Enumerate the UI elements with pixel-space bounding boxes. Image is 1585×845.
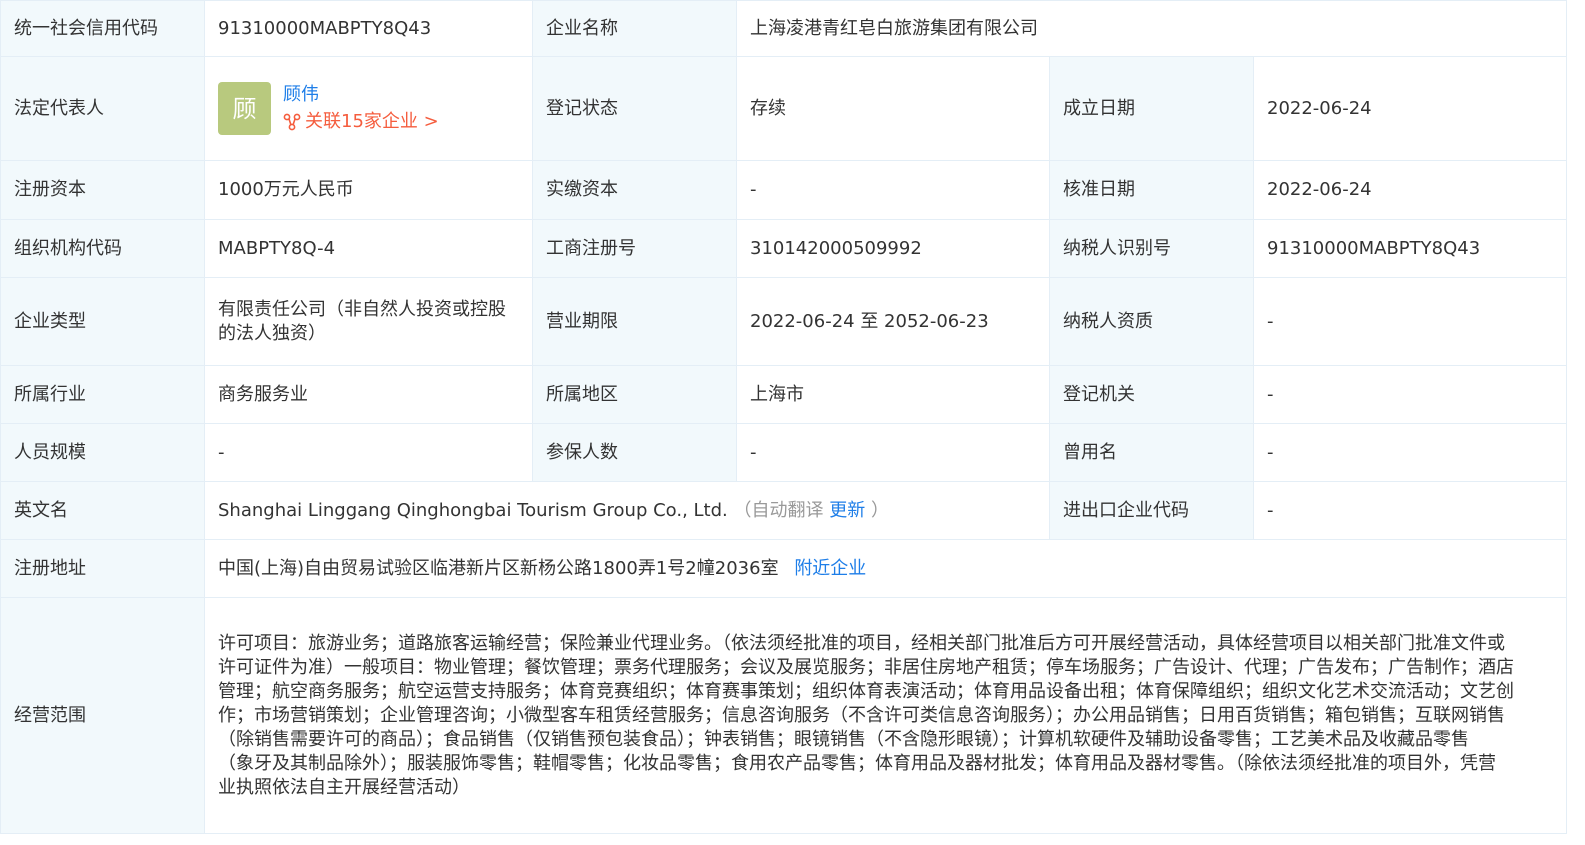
value-ie-code: -: [1253, 481, 1567, 540]
related-companies-text: 关联15家企业 >: [305, 111, 439, 132]
label-credit-code: 统一社会信用代码: [0, 0, 205, 57]
nearby-companies-link[interactable]: 附近企业: [794, 558, 866, 579]
label-taxpayer-id: 纳税人识别号: [1049, 219, 1254, 278]
label-paid-capital: 实缴资本: [532, 160, 737, 220]
value-former-name: -: [1253, 423, 1567, 482]
row-codes: 组织机构代码 MABPTY8Q-4 工商注册号 310142000509992 …: [0, 219, 1567, 278]
legal-rep-name-link[interactable]: 顾伟: [283, 83, 439, 107]
label-industry: 所属行业: [0, 365, 205, 424]
value-founded: 2022-06-24: [1253, 56, 1567, 161]
avatar[interactable]: 顾: [218, 82, 271, 135]
label-company-name: 企业名称: [532, 0, 737, 57]
company-info-table: 统一社会信用代码 91310000MABPTY8Q43 企业名称 上海凌港青红皂…: [0, 0, 1567, 834]
label-reg-status: 登记状态: [532, 56, 737, 161]
label-staff-size: 人员规模: [0, 423, 205, 482]
value-address: 中国(上海)自由贸易试验区临港新片区新杨公路1800弄1号2幢2036室 附近企…: [204, 539, 1567, 598]
row-scope: 经营范围 许可项目：旅游业务；道路旅客运输经营；保险兼业代理业务。（依法须经批准…: [0, 597, 1567, 834]
row-capital: 注册资本 1000万元人民币 实缴资本 - 核准日期 2022-06-24: [0, 160, 1567, 220]
scope-line: （除销售需要许可的商品）；食品销售（仅销售预包装食品）；钟表销售；眼镜销售（不含…: [218, 728, 1469, 750]
label-reg-authority: 登记机关: [1049, 365, 1254, 424]
value-region: 上海市: [736, 365, 1050, 424]
row-legal-rep: 法定代表人 顾 顾伟 关联15家企业 > 登记状态 存续 成立日期 2022-0…: [0, 56, 1567, 161]
value-company-type: 有限责任公司（非自然人投资或控股的法人独资）: [204, 277, 533, 366]
value-legal-rep: 顾 顾伟 关联15家企业 >: [204, 56, 533, 161]
scope-line: 业执照依法自主开展经营活动）: [218, 776, 470, 798]
scope-line: （象牙及其制品除外）；服装服饰零售；鞋帽零售；化妆品零售；食用农产品零售；体育用…: [218, 752, 1496, 774]
auto-translate-close: ）: [870, 499, 889, 521]
label-founded: 成立日期: [1049, 56, 1254, 161]
label-biz-term: 营业期限: [532, 277, 737, 366]
label-english-name: 英文名: [0, 481, 205, 540]
scope-line: 管理；航空商务服务；航空运营支持服务；体育竞赛组织；体育赛事策划；组织体育表演活…: [218, 680, 1514, 702]
value-reg-capital: 1000万元人民币: [204, 160, 533, 220]
label-reg-capital: 注册资本: [0, 160, 205, 220]
value-org-code: MABPTY8Q-4: [204, 219, 533, 278]
row-english-name: 英文名 Shanghai Linggang Qinghongbai Touris…: [0, 481, 1567, 540]
scope-line: 作；市场营销策划；企业管理咨询；小微型客车租赁经营服务；信息咨询服务（不含许可类…: [218, 704, 1505, 726]
row-company-type: 企业类型 有限责任公司（非自然人投资或控股的法人独资） 营业期限 2022-06…: [0, 277, 1567, 366]
auto-translate-note: （自动翻译: [733, 499, 824, 521]
label-org-code: 组织机构代码: [0, 219, 205, 278]
value-credit-code: 91310000MABPTY8Q43: [204, 0, 533, 57]
related-companies-link[interactable]: 关联15家企业 >: [283, 110, 439, 134]
row-staff: 人员规模 - 参保人数 - 曾用名 -: [0, 423, 1567, 482]
value-reg-authority: -: [1253, 365, 1567, 424]
value-english-name: Shanghai Linggang Qinghongbai Tourism Gr…: [204, 481, 1050, 540]
value-biz-reg-no: 310142000509992: [736, 219, 1050, 278]
label-tax-qual: 纳税人资质: [1049, 277, 1254, 366]
legal-rep-block: 顾 顾伟 关联15家企业 >: [218, 82, 519, 135]
value-approval-date: 2022-06-24: [1253, 160, 1567, 220]
scope-line: 许可证件为准）一般项目：物业管理；餐饮管理；票务代理服务；会议及展览服务；非居住…: [218, 656, 1514, 678]
value-paid-capital: -: [736, 160, 1050, 220]
row-industry: 所属行业 商务服务业 所属地区 上海市 登记机关 -: [0, 365, 1567, 424]
english-name-text: Shanghai Linggang Qinghongbai Tourism Gr…: [218, 499, 728, 521]
relation-graph-icon: [283, 113, 301, 131]
label-scope: 经营范围: [0, 597, 205, 834]
label-ie-code: 进出口企业代码: [1049, 481, 1254, 540]
value-company-name: 上海凌港青红皂白旅游集团有限公司: [736, 0, 1567, 57]
update-translation-link[interactable]: 更新: [829, 500, 865, 521]
label-former-name: 曾用名: [1049, 423, 1254, 482]
label-region: 所属地区: [532, 365, 737, 424]
label-approval-date: 核准日期: [1049, 160, 1254, 220]
scope-line: 许可项目：旅游业务；道路旅客运输经营；保险兼业代理业务。（依法须经批准的项目，经…: [218, 632, 1505, 654]
label-legal-rep: 法定代表人: [0, 56, 205, 161]
label-company-type: 企业类型: [0, 277, 205, 366]
value-staff-size: -: [204, 423, 533, 482]
value-tax-qual: -: [1253, 277, 1567, 366]
label-insured: 参保人数: [532, 423, 737, 482]
value-industry: 商务服务业: [204, 365, 533, 424]
value-insured: -: [736, 423, 1050, 482]
value-reg-status: 存续: [736, 56, 1050, 161]
row-address: 注册地址 中国(上海)自由贸易试验区临港新片区新杨公路1800弄1号2幢2036…: [0, 539, 1567, 598]
value-scope: 许可项目：旅游业务；道路旅客运输经营；保险兼业代理业务。（依法须经批准的项目，经…: [204, 597, 1567, 834]
label-address: 注册地址: [0, 539, 205, 598]
address-text: 中国(上海)自由贸易试验区临港新片区新杨公路1800弄1号2幢2036室: [218, 557, 779, 579]
row-credit-code: 统一社会信用代码 91310000MABPTY8Q43 企业名称 上海凌港青红皂…: [0, 0, 1567, 57]
label-biz-reg-no: 工商注册号: [532, 219, 737, 278]
value-taxpayer-id: 91310000MABPTY8Q43: [1253, 219, 1567, 278]
value-biz-term: 2022-06-24 至 2052-06-23: [736, 277, 1050, 366]
